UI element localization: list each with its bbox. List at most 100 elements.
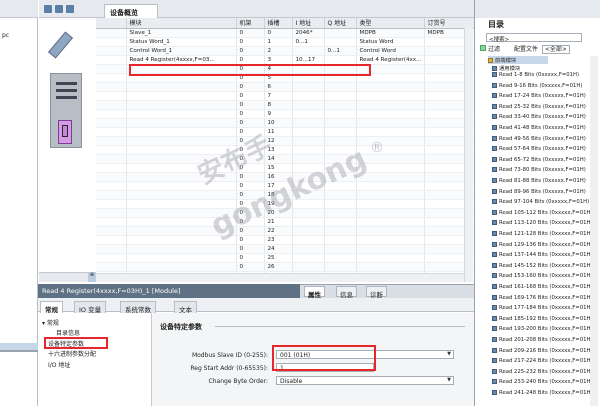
table-row[interactable]: 07 (96, 91, 474, 101)
table-row[interactable]: 0 24 (96, 244, 474, 254)
table-row[interactable]: 0 23 (96, 235, 474, 245)
table-cell: 0 (236, 262, 265, 272)
catalog-item[interactable]: Read 97-104 Bits (0xxxxx,F=01H) (492, 199, 589, 207)
subtab-texts[interactable]: 文本 (174, 301, 197, 314)
table-row[interactable]: 0 12 (96, 136, 474, 146)
overview-horizontal-scrollbar[interactable] (96, 273, 464, 282)
table-cell (356, 91, 425, 101)
table-row[interactable]: Slave_1 0 0 2046* MDPB MDPB (96, 28, 474, 38)
table-row[interactable]: 0 21 (96, 217, 474, 227)
catalog-item[interactable]: Read 57-64 Bits (0xxxxx,F=01H) (492, 146, 586, 154)
module-icon (492, 93, 497, 99)
catalog-item[interactable]: Read 129-136 Bits (0xxxxx,F=01H) (492, 241, 593, 250)
catalog-item[interactable]: Read 137-144 Bits (0xxxxx,F=01H) (492, 252, 593, 260)
catalog-item[interactable]: Read 145-152 Bits (0xxxxx,F=01H) (492, 262, 593, 271)
toolbar-export-icon[interactable] (66, 5, 74, 13)
project-tree-item-pc[interactable]: pc (0, 32, 38, 42)
device-view-canvas[interactable] (39, 18, 96, 284)
table-row[interactable]: 06 (96, 82, 474, 92)
overview-vertical-scrollbar[interactable] (464, 28, 473, 282)
table-row[interactable]: Control Word_1 0 2 0...1 Control Word (96, 46, 474, 56)
catalog-item[interactable]: Read 185-192 Bits (0xxxxx,F=01H) (492, 315, 593, 324)
tab-properties[interactable]: 属性 (304, 286, 325, 299)
column-header[interactable]: 订货号 (424, 18, 474, 29)
catalog-item-label: Read 233-240 Bits (0xxxxx,F=01H) (499, 379, 593, 386)
catalog-item[interactable]: Read 153-160 Bits (0xxxxx,F=01H) (492, 273, 593, 281)
column-header[interactable]: 插槽 (264, 18, 293, 29)
table-cell (356, 226, 425, 236)
chevron-down-icon[interactable]: ▼ (445, 377, 453, 384)
catalog-item[interactable]: Read 209-216 Bits (0xxxxx,F=01H) (492, 347, 593, 356)
catalog-scrollbar[interactable] (590, 56, 598, 406)
toolbar-grid-icon[interactable] (44, 5, 52, 13)
table-cell (126, 244, 237, 254)
catalog-item[interactable]: Read 73-80 Bits (0xxxxx,F=01H) (492, 167, 586, 175)
catalog-item[interactable]: Read 177-184 Bits (0xxxxx,F=01H) (492, 305, 593, 313)
catalog-item[interactable]: Read 217-224 Bits (0xxxxx,F=01H) (492, 358, 593, 366)
profile-select[interactable]: <全部> (541, 45, 570, 54)
table-row[interactable]: 0 15 (96, 163, 474, 173)
catalog-item[interactable]: Read 33-40 Bits (0xxxxx,F=01H) (492, 114, 586, 122)
catalog-item[interactable]: Read 17-24 Bits (0xxxxx,F=01H) (492, 93, 586, 101)
catalog-item[interactable]: Read 49-56 Bits (0xxxxx,F=01H) (492, 135, 586, 144)
module-icon (492, 146, 497, 152)
table-row[interactable]: 0 25 (96, 253, 474, 263)
table-cell: 24 (264, 244, 293, 254)
catalog-item[interactable]: Read 89-96 Bits (0xxxxx,F=01H) (492, 188, 586, 197)
catalog-item[interactable]: Read 121-128 Bits (0xxxxx,F=01H) (492, 231, 593, 239)
chevron-down-icon[interactable]: ▼ (445, 351, 453, 358)
catalog-item[interactable]: Read 201-208 Bits (0xxxxx,F=01H) (492, 337, 593, 345)
table-row[interactable]: 08 (96, 100, 474, 110)
table-cell (126, 109, 237, 119)
nav-item-hex-params[interactable]: 十六进制参数分配 (48, 349, 96, 358)
table-row[interactable]: 0 11 (96, 127, 474, 137)
table-row[interactable]: Read 4 Register(4xxxx,F=03... 0 3 10...17 Re… (96, 55, 474, 65)
filter-checkbox[interactable] (480, 45, 486, 51)
catalog-item[interactable]: Read 193-200 Bits (0xxxxx,F=01H) (492, 326, 593, 334)
column-header[interactable] (96, 18, 127, 29)
table-row[interactable]: 0 13 (96, 145, 474, 155)
nav-item-catalog-info[interactable]: 目录信息 (56, 328, 80, 337)
catalog-item[interactable]: Read 113-120 Bits (0xxxxx,F=01H) (492, 220, 593, 228)
catalog-search-input[interactable]: <搜索> (486, 33, 582, 43)
column-header[interactable]: Q 地址 (324, 18, 357, 29)
column-header[interactable]: I 地址 (292, 18, 325, 29)
table-cell (356, 145, 425, 155)
byte-order-select[interactable]: Disable (276, 376, 454, 385)
tab-diagnostics[interactable]: 诊断 (366, 286, 387, 299)
nav-item-general[interactable]: ▾ 常规 (42, 318, 59, 327)
table-row[interactable]: Status Word_1 0 1 0...1 Status Word (96, 37, 474, 47)
column-header[interactable]: 类型 (356, 18, 425, 29)
catalog-item[interactable]: Read 233-240 Bits (0xxxxx,F=01H) (492, 379, 593, 387)
catalog-item[interactable]: Read 41-48 Bits (0xxxxx,F=01H) (492, 125, 586, 133)
catalog-item[interactable]: Read 105-112 Bits (0xxxxx,F=01H) (492, 209, 593, 218)
subtab-system-constants[interactable]: 系统常数 (120, 301, 156, 314)
tab-device-overview[interactable]: 设备概览 (104, 4, 158, 18)
catalog-item[interactable]: Read 1-8 Bits (0xxxxx,F=01H) (492, 72, 579, 80)
panel-divider[interactable] (0, 350, 38, 352)
catalog-item[interactable]: Read 9-16 Bits (0xxxxx,F=01H) (492, 82, 582, 91)
catalog-item[interactable]: Read 241-248 Bits (0xxxxx,F=01H) (492, 390, 593, 398)
project-tree-selected-row[interactable] (0, 343, 38, 350)
column-header[interactable]: 机架 (236, 18, 265, 29)
catalog-item[interactable]: Read 161-168 Bits (0xxxxx,F=01H) (492, 284, 593, 292)
table-row[interactable]: 0 26 (96, 262, 474, 272)
catalog-item[interactable]: Read 169-176 Bits (0xxxxx,F=01H) (492, 294, 593, 303)
nav-item-io-address[interactable]: I/O 地址 (48, 360, 70, 369)
catalog-item[interactable]: Read 81-88 Bits (0xxxxx,F=01H) (492, 178, 586, 186)
catalog-item[interactable]: Read 225-232 Bits (0xxxxx,F=01H) (492, 368, 593, 377)
table-cell (96, 37, 127, 47)
magnify-icon[interactable]: ⊕ (88, 272, 96, 282)
module-icon (492, 368, 497, 374)
table-row[interactable]: 0 22 (96, 226, 474, 236)
column-header[interactable]: 模块 (126, 18, 237, 29)
table-row[interactable]: 0 10 (96, 118, 474, 128)
table-row[interactable]: 0 14 (96, 154, 474, 164)
table-row[interactable]: 09 (96, 109, 474, 119)
tab-info[interactable]: 信息 (336, 286, 357, 299)
table-cell: 2 (264, 46, 293, 56)
toolbar-list-icon[interactable] (55, 5, 63, 13)
catalog-item[interactable]: Read 25-32 Bits (0xxxxx,F=01H) (492, 103, 586, 112)
catalog-item[interactable]: Read 65-72 Bits (0xxxxx,F=01H) (492, 156, 586, 165)
subtab-io-variables[interactable]: IO 变量 (74, 301, 107, 314)
